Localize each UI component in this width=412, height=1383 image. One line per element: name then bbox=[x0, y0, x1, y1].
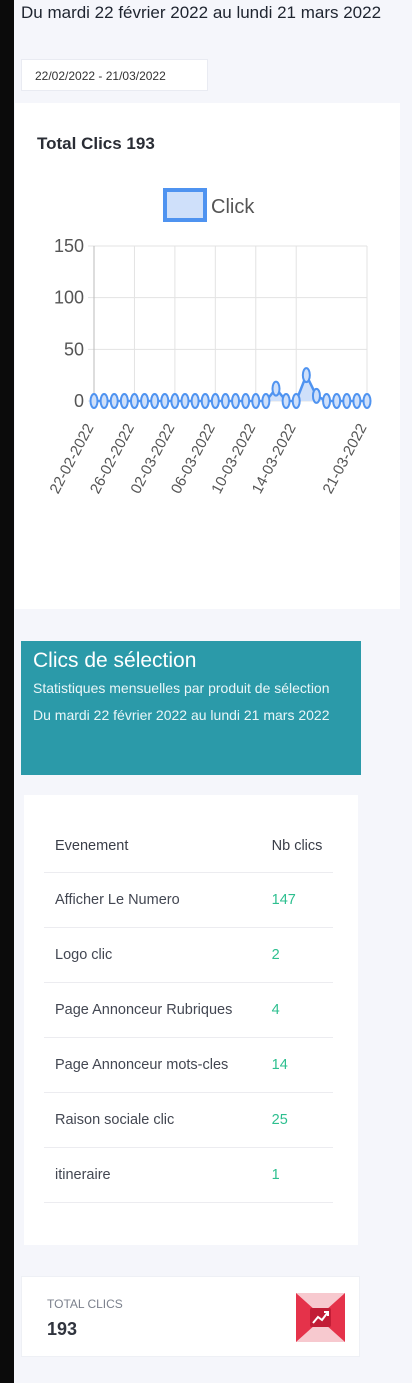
data-point bbox=[342, 393, 352, 409]
y-tick-label: 0 bbox=[74, 391, 84, 411]
data-point bbox=[180, 393, 190, 409]
event-cell: Raison sociale clic bbox=[44, 1092, 272, 1148]
selection-title: Clics de sélection bbox=[33, 649, 197, 672]
data-point bbox=[170, 393, 180, 409]
data-point bbox=[251, 393, 261, 409]
total-clicks-label: TOTAL CLICS bbox=[47, 1297, 123, 1311]
event-cell: itineraire bbox=[44, 1147, 272, 1203]
clicks-table-card: Evenement Nb clics Afficher Le Numero 14… bbox=[24, 795, 358, 1245]
data-point bbox=[271, 380, 281, 397]
clicks-cell: 4 bbox=[271, 982, 333, 1038]
data-point bbox=[190, 393, 200, 409]
event-cell: Page Annonceur mots-cles bbox=[44, 1037, 272, 1093]
y-tick-label: 100 bbox=[54, 288, 84, 308]
table-row: itineraire 1 bbox=[44, 1147, 333, 1203]
data-point bbox=[241, 393, 251, 409]
data-point bbox=[281, 393, 291, 409]
y-tick-label: 150 bbox=[54, 236, 84, 256]
table-row: Logo clic 2 bbox=[44, 927, 333, 983]
data-point bbox=[231, 393, 241, 409]
date-range-input[interactable]: 22/02/2022 - 21/03/2022 bbox=[21, 59, 208, 91]
table-row: Raison sociale clic 25 bbox=[44, 1092, 333, 1148]
total-clicks-card: TOTAL CLICS 193 bbox=[21, 1276, 360, 1357]
clicks-cell: 25 bbox=[271, 1092, 333, 1148]
left-edge-bar bbox=[0, 0, 14, 1383]
data-point bbox=[291, 393, 301, 409]
data-point bbox=[261, 393, 271, 409]
table-row: Page Annonceur Rubriques 4 bbox=[44, 982, 333, 1038]
total-clicks-value: 193 bbox=[47, 1319, 78, 1339]
data-point bbox=[160, 393, 170, 409]
data-point bbox=[129, 393, 139, 409]
legend-label: Click bbox=[211, 196, 255, 218]
chart-growth-icon bbox=[296, 1293, 345, 1342]
data-point bbox=[200, 393, 210, 409]
event-cell: Logo clic bbox=[44, 927, 272, 983]
table-row: Afficher Le Numero 147 bbox=[44, 872, 333, 928]
data-point bbox=[119, 393, 129, 409]
data-point bbox=[99, 393, 109, 409]
period-heading: Du mardi 22 février 2022 au lundi 21 mar… bbox=[21, 3, 382, 22]
selection-subtitle: Statistiques mensuelles par produit de s… bbox=[33, 680, 330, 723]
event-cell: Page Annonceur Rubriques bbox=[44, 982, 272, 1038]
clicks-table: Evenement Nb clics Afficher Le Numero 14… bbox=[44, 820, 333, 1203]
data-point bbox=[301, 367, 311, 384]
data-point bbox=[322, 393, 332, 409]
data-point bbox=[332, 393, 342, 409]
x-tick-label: 21-03-2022 bbox=[319, 421, 370, 497]
data-point bbox=[362, 393, 372, 409]
clicks-cell: 1 bbox=[271, 1147, 333, 1203]
legend-swatch bbox=[163, 188, 207, 222]
clicks-chart: 05010015022-02-202226-02-202202-03-20220… bbox=[46, 188, 372, 497]
data-point bbox=[210, 393, 220, 409]
clicks-cell: 14 bbox=[271, 1037, 333, 1093]
data-point bbox=[352, 393, 362, 409]
table-header-row: Evenement Nb clics bbox=[44, 820, 333, 873]
event-cell: Afficher Le Numero bbox=[44, 872, 272, 928]
selection-header: Clics de sélection Statistiques mensuell… bbox=[21, 641, 361, 775]
clicks-cell: 147 bbox=[271, 872, 333, 928]
data-point bbox=[140, 393, 150, 409]
chart-card: Total Clics 193 0 50 100 150 22-02-2022 26-02… bbox=[15, 103, 400, 609]
table-row: Page Annonceur mots-cles 14 bbox=[44, 1037, 333, 1093]
data-point bbox=[311, 387, 321, 404]
column-header-event: Evenement bbox=[44, 820, 272, 873]
column-header-clicks: Nb clics bbox=[271, 820, 333, 873]
data-point bbox=[109, 393, 119, 409]
data-point bbox=[89, 393, 99, 409]
clicks-cell: 2 bbox=[271, 927, 333, 983]
data-point bbox=[220, 393, 230, 409]
y-tick-label: 50 bbox=[64, 339, 84, 359]
data-point bbox=[150, 393, 160, 409]
